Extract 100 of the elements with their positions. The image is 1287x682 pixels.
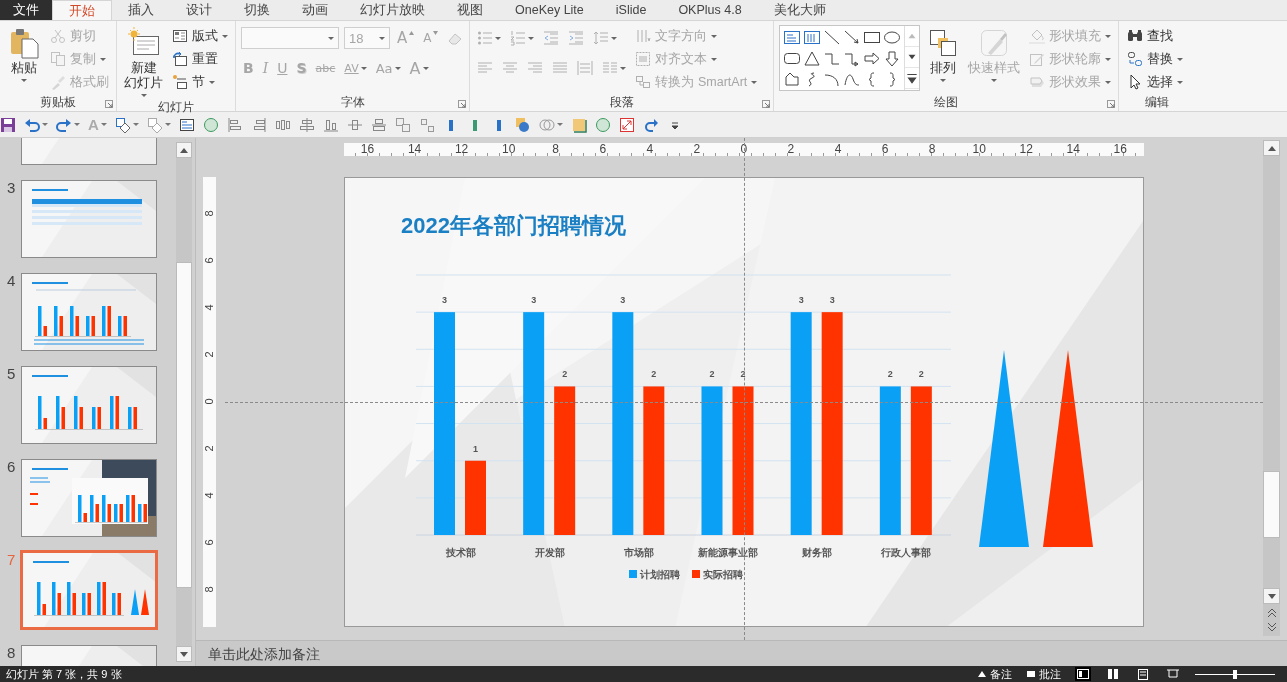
scroll-up-button[interactable] (1263, 140, 1280, 156)
right-arrow-icon[interactable] (863, 50, 882, 67)
ribbon-button[interactable]: 查找 (1124, 25, 1187, 47)
ribbon-tab[interactable]: 幻灯片放映 (344, 0, 441, 20)
vertical-text-box-icon[interactable] (803, 29, 822, 46)
slider-thumb[interactable] (1233, 669, 1237, 679)
dialog-launcher-icon[interactable] (762, 100, 771, 108)
text-box-icon[interactable] (178, 116, 195, 133)
pencil-icon (1029, 51, 1046, 67)
smartart-icon (635, 74, 652, 90)
caret-icon[interactable] (209, 80, 215, 84)
increase-indent-icon (568, 30, 585, 46)
reading-view-icon[interactable] (1135, 667, 1151, 681)
slide-thumbnail[interactable] (21, 459, 157, 537)
ribbon-button[interactable]: 替换 (1124, 48, 1187, 70)
text-box-icon[interactable] (783, 29, 802, 46)
ribbon-tab[interactable]: OneKey Lite (499, 0, 600, 20)
ribbon-tab[interactable]: 插入 (112, 0, 170, 20)
redo-icon[interactable] (642, 116, 659, 133)
square-icon[interactable] (570, 116, 587, 133)
align-center-icon[interactable] (298, 116, 315, 133)
slide-thumbnail[interactable] (21, 180, 157, 258)
status-button[interactable]: 批注 (1026, 666, 1061, 682)
arc-icon[interactable] (823, 71, 842, 88)
slide-thumbnail[interactable] (21, 273, 157, 351)
curve-icon[interactable] (843, 71, 862, 88)
ribbon-tab[interactable]: 文件 (0, 0, 52, 20)
caret-icon[interactable] (164, 123, 171, 126)
caret-icon[interactable] (21, 79, 27, 82)
ribbon-tab[interactable]: 美化大师 (757, 0, 842, 20)
rounded-rectangle-icon[interactable] (783, 50, 802, 67)
group-icon[interactable] (394, 116, 411, 133)
next-slide-icon[interactable] (1266, 622, 1277, 632)
ribbon-tab[interactable]: 动画 (286, 0, 344, 20)
slide-thumbnail[interactable] (20, 550, 158, 630)
ribbon-button[interactable]: 重置 (169, 48, 231, 70)
shape-swap-icon[interactable] (114, 116, 131, 133)
rectangle-icon[interactable] (863, 29, 882, 46)
scroll-down-button[interactable] (176, 646, 192, 662)
ribbon-tab[interactable]: OKPlus 4.8 (662, 0, 758, 20)
layout-icon (172, 28, 188, 44)
ribbon-button[interactable]: 排列 (924, 25, 963, 84)
redo-icon[interactable] (56, 116, 72, 133)
caret-icon[interactable] (940, 79, 947, 82)
caret-icon[interactable] (1177, 80, 1184, 84)
ribbon-button[interactable]: 节 (169, 71, 231, 93)
ribbon-tab[interactable]: 设计 (170, 0, 228, 20)
caret-icon[interactable] (1177, 57, 1184, 61)
slideshow-icon[interactable] (1165, 667, 1181, 681)
ribbon-tab[interactable]: 视图 (441, 0, 499, 20)
caret-icon[interactable] (74, 123, 80, 126)
ribbon-button[interactable]: 版式 (169, 25, 231, 47)
dialog-launcher-icon[interactable] (458, 100, 467, 108)
scrollbar-thumb[interactable] (1263, 471, 1280, 538)
scroll-up-button[interactable] (176, 142, 192, 158)
caret-icon[interactable] (140, 94, 147, 97)
caret-icon[interactable] (132, 123, 139, 126)
ribbon-tab[interactable]: 切换 (228, 0, 286, 20)
dialog-launcher-icon[interactable] (1107, 100, 1116, 108)
shape-fill-icon[interactable] (514, 116, 531, 133)
ribbon-tab[interactable]: 开始 (52, 0, 112, 20)
normal-view-icon[interactable] (1075, 667, 1091, 681)
down-arrow-icon[interactable] (883, 50, 902, 67)
ribbon-button[interactable]: 选择 (1124, 71, 1187, 93)
align-middle-icon[interactable] (370, 116, 387, 133)
oval-icon[interactable] (883, 29, 902, 46)
caret-icon[interactable] (556, 123, 563, 126)
resize-icon[interactable] (618, 116, 635, 133)
data-label: 2 (887, 369, 893, 380)
align-left-icon[interactable] (226, 116, 243, 133)
line-icon[interactable] (823, 29, 842, 46)
status-button[interactable]: 备注 (977, 666, 1012, 682)
scrollbar[interactable] (176, 142, 192, 662)
circle-icon[interactable] (202, 116, 219, 133)
sorter-view-icon[interactable] (1105, 667, 1121, 681)
arrow-line-icon[interactable] (843, 29, 862, 46)
scrollbar[interactable] (1263, 140, 1280, 636)
replace-icon (1127, 51, 1144, 67)
scroll-down-button[interactable] (1263, 588, 1280, 604)
save-icon[interactable] (0, 116, 16, 133)
undo-icon[interactable] (24, 116, 40, 133)
freeform-icon[interactable] (783, 71, 802, 88)
paste-icon (8, 27, 40, 59)
circle-icon[interactable] (594, 116, 611, 133)
caret-icon[interactable] (100, 123, 107, 126)
slide-thumbnail[interactable] (21, 366, 157, 444)
ungroup-icon[interactable] (418, 116, 435, 133)
ribbon-button[interactable]: 粘贴 (5, 25, 43, 84)
caret-icon[interactable] (42, 123, 48, 126)
triangle-icon[interactable] (803, 50, 822, 67)
distribute-icon (577, 60, 594, 76)
previous-slide-icon[interactable] (1266, 608, 1277, 618)
ruler-number: 8 (204, 210, 215, 217)
notes-field[interactable]: 单击此处添加备注 (196, 640, 1287, 666)
dialog-launcher-icon[interactable] (105, 100, 113, 108)
slide-title: 2022年各部门招聘情况 (401, 212, 626, 240)
ribbon-button[interactable]: 新建 幻灯片 (122, 25, 165, 99)
scrollbar-thumb[interactable] (176, 262, 192, 588)
ribbon-tab[interactable]: iSlide (599, 0, 663, 20)
caret-icon[interactable] (222, 34, 228, 38)
